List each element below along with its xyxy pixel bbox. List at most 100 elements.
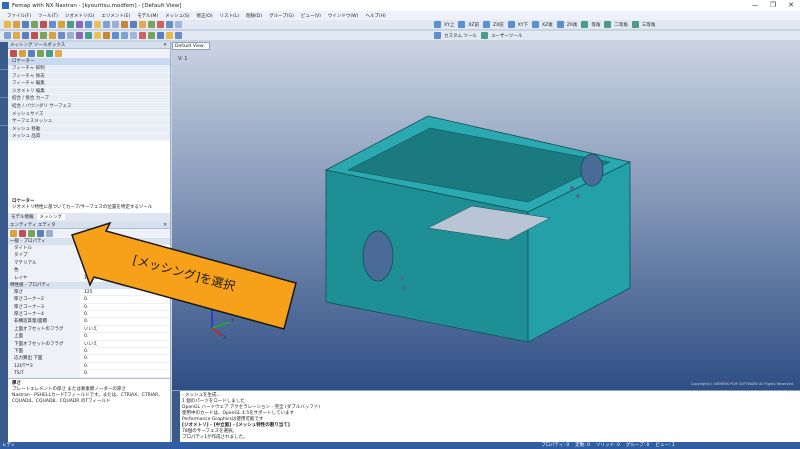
editor-select-icon[interactable] [10, 229, 17, 237]
node-icon[interactable] [4, 32, 11, 39]
user-tools-icon[interactable] [480, 32, 488, 39]
toolbox-item-feature-remove[interactable]: フィーチャ 除去 [8, 72, 170, 81]
layers-icon[interactable] [148, 21, 155, 28]
contour-icon[interactable] [148, 32, 155, 39]
toolbox-item-mesh-quality[interactable]: メッシュ 品質 [8, 133, 170, 141]
toolbox-item-surface-mesh[interactable]: サーフェスメッシュ [8, 118, 170, 126]
menu-file[interactable]: ファイル(F) [7, 13, 31, 19]
tab-meshing[interactable]: メッシング [36, 214, 65, 221]
property-value[interactable]: 0. [80, 348, 170, 354]
close-button[interactable]: ✕ [782, 0, 800, 11]
view-xz-back-icon[interactable] [532, 21, 540, 28]
deform-icon[interactable] [157, 32, 164, 39]
toolbox-item-combine-curves[interactable]: 結合 / 接合 カーブ [8, 95, 170, 103]
menu-help[interactable]: ヘルプ(H) [365, 13, 385, 19]
element-icon[interactable] [13, 32, 20, 39]
editor-options-icon[interactable] [46, 229, 53, 237]
analyze-icon[interactable] [85, 21, 92, 28]
view-trimetric-icon[interactable] [631, 21, 639, 28]
view-zx-front-label[interactable]: ZX前 [493, 22, 504, 28]
maximize-button[interactable]: ❐ [764, 0, 782, 11]
view-dimetric-icon[interactable] [604, 21, 612, 28]
toolbox-item-geometry-edit[interactable]: ジオメトリ 編集 [8, 87, 170, 96]
toolbox-move-down-icon[interactable] [28, 50, 35, 57]
graphics-viewport[interactable]: V: 1 Z Y X Copyright(c) SIEMENS PLM SOFT… [172, 50, 800, 390]
load-icon[interactable] [76, 21, 83, 28]
menu-mesh[interactable]: メッシュ(S) [165, 13, 189, 19]
new-icon[interactable] [4, 21, 11, 28]
view-xy-bottom-label[interactable]: XY下 [518, 22, 528, 28]
custom-tools-icon[interactable] [434, 32, 441, 39]
view-zx-front-icon[interactable] [483, 21, 491, 28]
editor-sort-icon[interactable] [37, 229, 44, 237]
messages-side-tab[interactable] [172, 391, 180, 443]
view-trimetric-label[interactable]: 三等角 [642, 22, 656, 28]
animate-icon[interactable] [166, 32, 173, 39]
view-tab-default[interactable]: Default View [172, 42, 210, 50]
delete-icon[interactable] [157, 21, 164, 28]
group-icon[interactable] [94, 32, 101, 39]
layer-icon[interactable] [103, 32, 110, 39]
visibility-icon[interactable] [175, 21, 182, 28]
view-xz-back-label[interactable]: XZ後 [542, 22, 553, 28]
menu-model[interactable]: モデル(M) [137, 13, 158, 19]
property-value[interactable]: 0. [80, 363, 170, 369]
query-icon[interactable] [175, 32, 182, 39]
rotate-icon[interactable] [112, 21, 119, 28]
property-row[interactable]: 応力算出 下面 0. [8, 355, 170, 363]
toolbox-move-up-icon[interactable] [19, 50, 26, 57]
property-value[interactable]: 0. [80, 355, 170, 361]
property-value[interactable]: 0. [80, 370, 170, 376]
render-icon[interactable] [139, 21, 146, 28]
toolbox-item-feature-suppress[interactable]: フィーチャ 抑制 [8, 65, 170, 73]
view-xy-bottom-icon[interactable] [507, 21, 515, 28]
constraint-icon[interactable] [40, 32, 47, 39]
toolbox-add-icon[interactable] [10, 50, 17, 57]
undo-icon[interactable] [31, 21, 38, 28]
snap-icon[interactable] [112, 32, 119, 39]
dock-tab-data-table[interactable] [0, 98, 8, 126]
custom-tools-label[interactable]: カスタム ツール [444, 33, 477, 39]
toolbox-help-icon[interactable] [55, 50, 62, 57]
toolbox-item-feature-edit[interactable]: フィーチャ 編集 [8, 80, 170, 88]
view-xy-top-icon[interactable] [434, 21, 441, 28]
view-xz-front-icon[interactable] [458, 21, 466, 28]
menu-list[interactable]: リスト(L) [220, 13, 240, 19]
property-icon[interactable] [22, 32, 29, 39]
post-icon[interactable] [94, 21, 101, 28]
editor-apply-icon[interactable] [28, 229, 35, 237]
dock-tab-meshing[interactable] [0, 70, 8, 98]
autoscale-icon[interactable] [130, 21, 137, 28]
surface-icon[interactable] [49, 32, 56, 39]
curve-icon[interactable] [67, 32, 74, 39]
open-icon[interactable] [13, 21, 20, 28]
view-xy-top-label[interactable]: XY上 [444, 22, 454, 28]
solid-icon[interactable] [58, 32, 65, 39]
point-icon[interactable] [76, 32, 83, 39]
property-row[interactable]: 12I/T**3 0. [8, 362, 170, 371]
view-options-icon[interactable] [166, 21, 173, 28]
toolbox-close-icon[interactable]: ✕ [163, 42, 167, 49]
toolbox-settings-icon[interactable] [37, 50, 44, 57]
view-isometric-icon[interactable] [581, 21, 589, 28]
toolbox-item-mesh-size[interactable]: メッシュサイズ [8, 110, 170, 119]
save-icon[interactable] [22, 21, 29, 28]
zoom-icon[interactable] [103, 21, 110, 28]
box-model[interactable] [172, 50, 800, 390]
measure-icon[interactable] [130, 32, 137, 39]
user-tools-label[interactable]: ユーザーツール [491, 33, 522, 39]
menu-tools[interactable]: ツール(T) [38, 13, 58, 19]
tab-model-info[interactable]: モデル情報 [8, 214, 37, 220]
property-row[interactable]: 下面 0. [8, 348, 170, 356]
view-xz-front-label[interactable]: XZ前 [468, 22, 479, 28]
geometry-icon[interactable] [58, 21, 65, 28]
toolbox-root-item[interactable]: ロケーター [8, 58, 170, 65]
view-zx-back-icon[interactable] [556, 21, 564, 28]
check-icon[interactable] [139, 32, 146, 39]
coordinate-icon[interactable] [85, 32, 92, 39]
minimize-button[interactable]: — [746, 0, 764, 11]
menu-window[interactable]: ウインドウ(W) [328, 13, 358, 19]
property-row[interactable]: TS/T 0. [8, 370, 170, 378]
redo-icon[interactable] [40, 21, 47, 28]
material-icon[interactable] [31, 32, 38, 39]
